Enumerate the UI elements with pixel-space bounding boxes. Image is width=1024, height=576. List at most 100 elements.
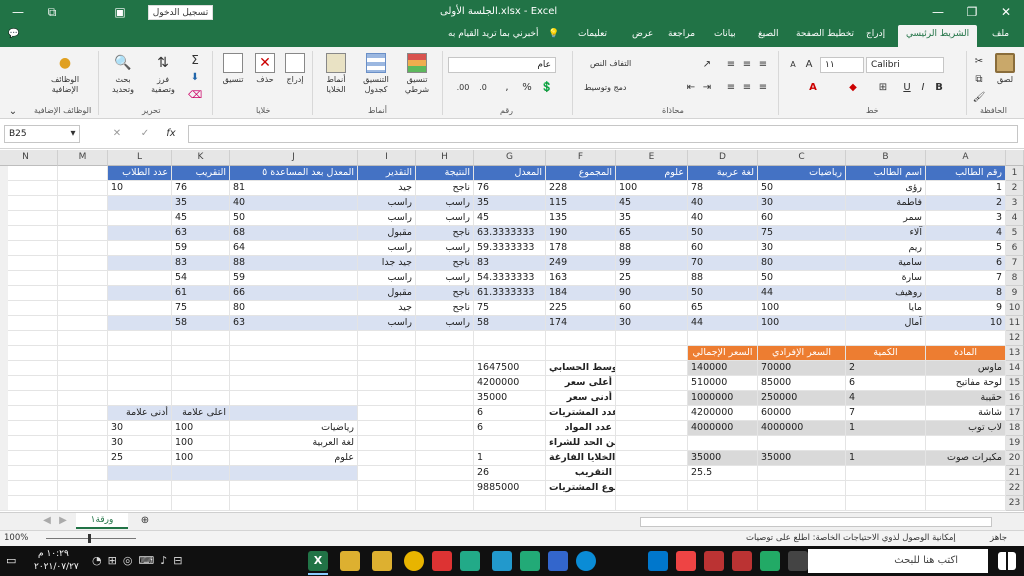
table-cell[interactable]: 50 xyxy=(758,181,846,196)
grid-cell[interactable] xyxy=(0,481,58,496)
grid-cell[interactable] xyxy=(58,481,108,496)
grid-cell[interactable] xyxy=(546,331,616,346)
row-header[interactable]: 18 xyxy=(1006,421,1024,436)
table-cell[interactable] xyxy=(108,286,172,301)
row-header[interactable]: 10 xyxy=(1006,301,1024,316)
grades-cell[interactable] xyxy=(230,466,358,481)
row-header[interactable]: 23 xyxy=(1006,496,1024,511)
grid-cell[interactable] xyxy=(108,376,172,391)
app-icon[interactable] xyxy=(460,551,480,571)
maximize-icon[interactable]: ❐ xyxy=(960,3,984,21)
row-header[interactable]: 20 xyxy=(1006,451,1024,466)
telegram-icon[interactable] xyxy=(492,551,512,571)
formula-input[interactable] xyxy=(188,125,1018,143)
app-icon[interactable] xyxy=(648,551,668,571)
accessibility-status[interactable]: إمكانية الوصول لذوي الاحتياجات الخاصة: ا… xyxy=(746,533,956,543)
table-cell[interactable]: 5 xyxy=(926,241,1006,256)
column-header[interactable]: J xyxy=(230,150,358,166)
stats-value-cell[interactable]: 9885000 xyxy=(474,481,546,496)
table-cell[interactable]: 80 xyxy=(758,256,846,271)
percent-icon[interactable]: % xyxy=(520,81,534,95)
table-cell[interactable]: مقبول xyxy=(358,226,416,241)
products-cell[interactable]: 1 xyxy=(846,421,926,436)
increase-decimal-icon[interactable]: .0 xyxy=(476,81,490,95)
grid-cell[interactable] xyxy=(358,436,416,451)
grid-cell[interactable] xyxy=(58,451,108,466)
prev-sheet-icon[interactable]: ◀ xyxy=(40,514,54,528)
bold-icon[interactable]: B xyxy=(932,81,946,95)
tab-view[interactable]: عرض xyxy=(632,29,653,39)
grid-cell[interactable] xyxy=(616,466,688,481)
table-cell[interactable]: راسب xyxy=(358,241,416,256)
table-cell[interactable]: 63.3333333 xyxy=(474,226,546,241)
products-cell[interactable] xyxy=(688,436,758,451)
table-cell[interactable]: 30 xyxy=(616,316,688,331)
products-cell[interactable]: 510000 xyxy=(688,376,758,391)
table-cell[interactable]: جيد جدا xyxy=(358,256,416,271)
table-header-cell[interactable]: عدد الطلاب xyxy=(108,166,172,181)
fill-color-icon[interactable]: ◆ xyxy=(846,81,860,95)
grid-cell[interactable] xyxy=(0,181,58,196)
table-cell[interactable]: 59 xyxy=(172,241,230,256)
table-cell[interactable]: آمال xyxy=(846,316,926,331)
grid-cell[interactable] xyxy=(108,481,172,496)
table-cell[interactable] xyxy=(108,211,172,226)
grid-cell[interactable] xyxy=(0,361,58,376)
table-cell[interactable]: 25 xyxy=(616,271,688,286)
app-icon[interactable] xyxy=(548,551,568,571)
grid-cell[interactable] xyxy=(0,496,58,511)
column-header[interactable]: M xyxy=(58,150,108,166)
format-painter-icon[interactable]: 🖌 xyxy=(972,91,986,105)
grid-cell[interactable] xyxy=(58,226,108,241)
grid-cell[interactable] xyxy=(416,496,474,511)
insert-function-icon[interactable]: fx xyxy=(164,127,178,141)
table-cell[interactable]: 50 xyxy=(688,226,758,241)
grid-cell[interactable] xyxy=(616,481,688,496)
grid-cell[interactable] xyxy=(0,316,58,331)
table-cell[interactable]: راسب xyxy=(416,211,474,226)
grid-cell[interactable] xyxy=(58,211,108,226)
grid-cell[interactable] xyxy=(0,436,58,451)
grid-cell[interactable] xyxy=(230,391,358,406)
add-sheet-icon[interactable]: ⊕ xyxy=(138,514,152,528)
delete-cells-button[interactable]: ✕ حذف xyxy=(252,53,278,85)
stats-label-cell[interactable]: عدد الخلايا الفارغة xyxy=(546,451,616,466)
products-header-cell[interactable]: المادة xyxy=(926,346,1006,361)
table-cell[interactable]: فاطمة xyxy=(846,196,926,211)
grid-cell[interactable] xyxy=(0,451,58,466)
grid-cell[interactable] xyxy=(58,391,108,406)
zoom-level[interactable]: 100% xyxy=(4,533,28,543)
grid-cell[interactable] xyxy=(172,391,230,406)
find-select-button[interactable]: 🔍 بحث وتحديد xyxy=(104,53,142,95)
grid-cell[interactable] xyxy=(0,211,58,226)
table-cell[interactable]: راسب xyxy=(358,316,416,331)
table-header-cell[interactable]: المعدل بعد المساعدة ٥ xyxy=(230,166,358,181)
table-cell[interactable]: 70 xyxy=(688,256,758,271)
grades-cell[interactable] xyxy=(108,466,172,481)
ribbon-display-icon[interactable]: ▣ xyxy=(108,3,132,21)
table-cell[interactable] xyxy=(108,256,172,271)
align-right-icon[interactable]: ≡ xyxy=(756,81,770,95)
tab-help[interactable]: تعليمات xyxy=(578,29,607,39)
cell-styles-button[interactable]: أنماط الخلايا xyxy=(318,53,354,95)
tab-formulas[interactable]: الصيغ xyxy=(758,29,779,39)
products-cell[interactable] xyxy=(926,436,1006,451)
grid-cell[interactable] xyxy=(230,361,358,376)
stats-value-cell[interactable]: 6 xyxy=(474,406,546,421)
table-cell[interactable]: آلاء xyxy=(846,226,926,241)
column-header[interactable]: F xyxy=(546,150,616,166)
table-cell[interactable]: 163 xyxy=(546,271,616,286)
grid-cell[interactable] xyxy=(358,376,416,391)
table-cell[interactable]: 10 xyxy=(926,316,1006,331)
grid-cell[interactable] xyxy=(0,346,58,361)
grades-header-cell[interactable] xyxy=(230,406,358,421)
products-cell[interactable]: 250000 xyxy=(758,391,846,406)
products-cell[interactable]: مكبرات صوت xyxy=(926,451,1006,466)
stats-value-cell[interactable] xyxy=(474,436,546,451)
column-header[interactable]: K xyxy=(172,150,230,166)
table-cell[interactable]: 59.3333333 xyxy=(474,241,546,256)
grades-cell[interactable]: علوم xyxy=(230,451,358,466)
grid-cell[interactable] xyxy=(58,301,108,316)
table-cell[interactable]: 3 xyxy=(926,211,1006,226)
table-cell[interactable]: راسب xyxy=(358,196,416,211)
